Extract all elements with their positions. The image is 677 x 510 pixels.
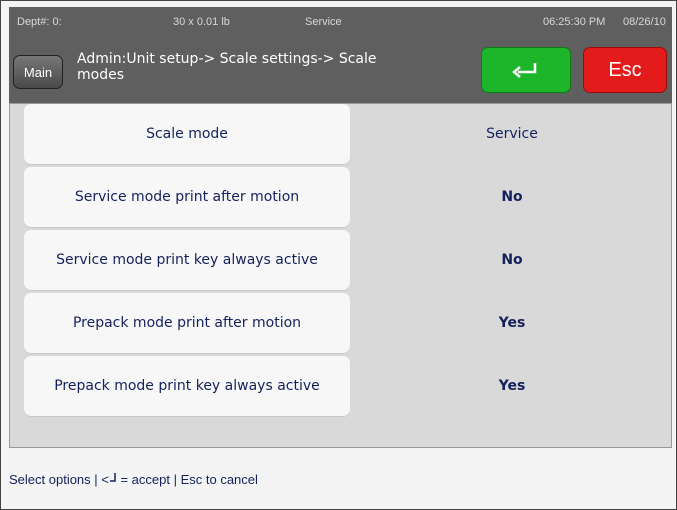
setting-row-service-print-key-active: Service mode print key always active No xyxy=(10,230,671,290)
setting-row-scale-mode: Scale mode Service xyxy=(10,104,671,164)
mode-indicator: Service xyxy=(305,16,342,28)
setting-label[interactable]: Scale mode xyxy=(24,104,350,164)
setting-value[interactable]: Yes xyxy=(352,356,672,416)
setting-label[interactable]: Service mode print key always active xyxy=(24,230,350,290)
department-readout: Dept#: 0: xyxy=(17,16,62,28)
setting-row-service-print-after-motion: Service mode print after motion No xyxy=(10,167,671,227)
footer-hint-suffix: = accept | Esc to cancel xyxy=(116,472,258,487)
footer-hint: Select options | < = accept | Esc to can… xyxy=(9,472,258,487)
setting-label[interactable]: Prepack mode print after motion xyxy=(24,293,350,353)
setting-row-prepack-print-after-motion: Prepack mode print after motion Yes xyxy=(10,293,671,353)
footer-hint-bar: Select options | < = accept | Esc to can… xyxy=(9,448,672,508)
settings-list: Scale mode Service Service mode print af… xyxy=(9,103,672,448)
scale-capacity: 30 x 0.01 lb xyxy=(173,16,230,28)
enter-return-icon xyxy=(512,63,537,78)
setting-label[interactable]: Prepack mode print key always active xyxy=(24,356,350,416)
esc-button[interactable]: Esc xyxy=(583,47,667,93)
enter-return-icon xyxy=(109,473,116,482)
setting-value[interactable]: Service xyxy=(352,104,672,164)
breadcrumb: Admin:Unit setup-> Scale settings-> Scal… xyxy=(77,51,377,83)
setting-row-prepack-print-key-active: Prepack mode print key always active Yes xyxy=(10,356,671,416)
clock-time: 06:25:30 PM xyxy=(543,16,606,28)
clock-date: 08/26/10 xyxy=(623,16,666,28)
setting-value[interactable]: No xyxy=(352,167,672,227)
status-bar: Dept#: 0: 30 x 0.01 lb Service 06:25:30 … xyxy=(9,7,672,37)
main-button[interactable]: Main xyxy=(13,55,63,89)
setting-value[interactable]: No xyxy=(352,230,672,290)
header-bar: Main Admin:Unit setup-> Scale settings->… xyxy=(9,37,672,104)
footer-hint-prefix: Select options | < xyxy=(9,472,109,487)
setting-value[interactable]: Yes xyxy=(352,293,672,353)
accept-button[interactable] xyxy=(481,47,571,93)
setting-label[interactable]: Service mode print after motion xyxy=(24,167,350,227)
app-window: Dept#: 0: 30 x 0.01 lb Service 06:25:30 … xyxy=(0,0,677,510)
